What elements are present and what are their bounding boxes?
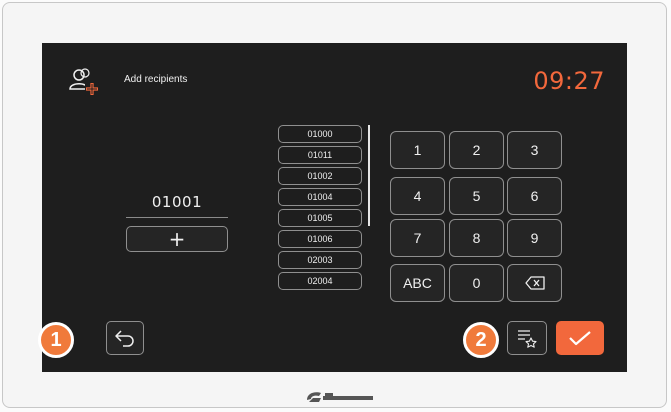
callout-badge-2: 2 (463, 322, 499, 358)
key-7[interactable]: 7 (390, 219, 445, 257)
key-3[interactable]: 3 (507, 131, 562, 169)
list-item[interactable]: 01006 (278, 230, 362, 248)
list-item[interactable]: 01000 (278, 125, 362, 143)
key-1[interactable]: 1 (390, 131, 445, 169)
back-arrow-icon (115, 330, 134, 347)
favorites-list-icon (518, 330, 537, 348)
screen: Add recipients 09:27 01001 + 01000 01011… (42, 43, 627, 372)
list-item[interactable]: 01004 (278, 188, 362, 206)
list-item[interactable]: 02003 (278, 251, 362, 269)
add-recipient-button[interactable]: + (126, 226, 228, 252)
key-0[interactable]: 0 (449, 264, 504, 302)
entry-underline (126, 217, 228, 218)
list-item[interactable]: 01002 (278, 167, 362, 185)
back-button[interactable] (106, 321, 144, 355)
backspace-button[interactable] (507, 264, 562, 302)
list-item[interactable]: 02004 (278, 272, 362, 290)
key-2[interactable]: 2 (449, 131, 504, 169)
recipient-entry-field[interactable]: 01001 (126, 193, 228, 211)
brand-logo (307, 392, 373, 402)
list-item[interactable]: 01005 (278, 209, 362, 227)
key-4[interactable]: 4 (390, 177, 445, 215)
key-5[interactable]: 5 (449, 177, 504, 215)
key-abc[interactable]: ABC (390, 264, 445, 302)
list-item[interactable]: 01011 (278, 146, 362, 164)
favorites-list-button[interactable] (507, 321, 547, 355)
key-8[interactable]: 8 (449, 219, 504, 257)
key-6[interactable]: 6 (507, 177, 562, 215)
backspace-icon (524, 276, 545, 290)
clock: 09:27 (533, 67, 605, 95)
checkmark-icon (569, 331, 591, 346)
list-scrollbar[interactable] (368, 125, 370, 226)
confirm-button[interactable] (556, 321, 604, 355)
key-9[interactable]: 9 (507, 219, 562, 257)
add-user-icon (69, 68, 99, 96)
page-title: Add recipients (124, 74, 188, 85)
callout-badge-1: 1 (38, 322, 74, 358)
